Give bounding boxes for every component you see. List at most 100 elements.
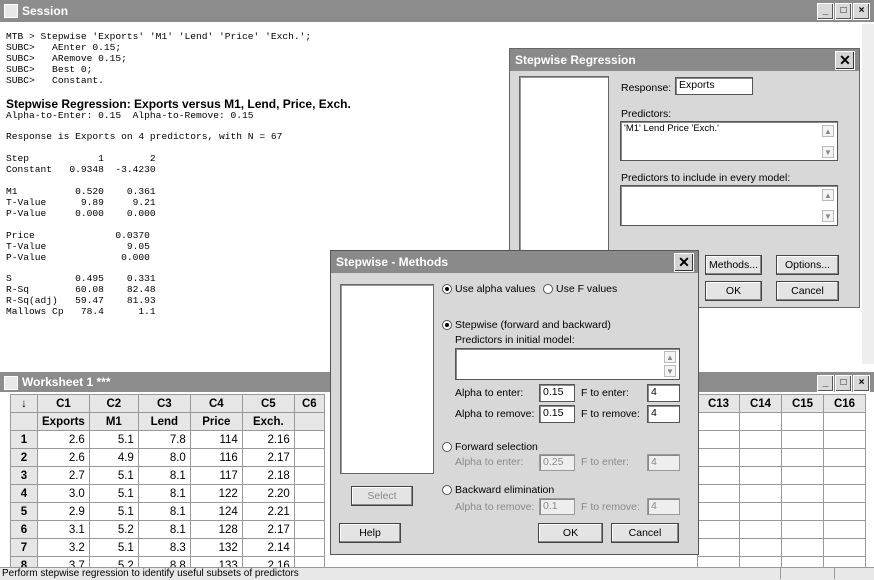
cell[interactable]: 2.9: [37, 502, 90, 521]
cell[interactable]: 2.18: [241, 466, 295, 485]
scroll-up-icon[interactable]: ▲: [822, 189, 834, 201]
close-icon[interactable]: ×: [853, 375, 870, 392]
bwd-f-input[interactable]: 4: [647, 498, 680, 515]
cell[interactable]: 8.1: [137, 484, 191, 503]
cell[interactable]: 5.2: [88, 556, 139, 567]
session-scrollbar[interactable]: [862, 24, 874, 364]
cell[interactable]: 5.1: [88, 484, 139, 503]
cell[interactable]: 2.16: [241, 556, 295, 567]
row-header[interactable]: 7: [10, 538, 38, 557]
cell[interactable]: 2.6: [37, 430, 90, 449]
cell[interactable]: 2.16: [241, 430, 295, 449]
cell[interactable]: 133: [189, 556, 243, 567]
backward-radio[interactable]: [442, 485, 452, 495]
scroll-down-icon[interactable]: ▼: [822, 146, 834, 158]
cancel-button[interactable]: Cancel: [776, 281, 839, 301]
cell[interactable]: 124: [189, 502, 243, 521]
options-button[interactable]: Options...: [776, 255, 839, 275]
row-header[interactable]: 4: [10, 484, 38, 503]
select-button[interactable]: Select: [351, 486, 413, 506]
column-name[interactable]: Lend: [137, 412, 191, 431]
close-icon[interactable]: ✕: [674, 253, 694, 272]
cell[interactable]: 2.17: [241, 448, 295, 467]
cell[interactable]: [293, 520, 325, 539]
alpha-enter-input[interactable]: 0.15: [539, 384, 575, 402]
cell[interactable]: 128: [189, 520, 243, 539]
ok-button[interactable]: OK: [705, 281, 762, 301]
cell[interactable]: [293, 538, 325, 557]
cell[interactable]: [293, 502, 325, 521]
worksheet-grid-right[interactable]: C13 C14 C15 C16: [697, 394, 866, 567]
row-header[interactable]: 2: [10, 448, 38, 467]
cell[interactable]: 2.21: [241, 502, 295, 521]
maximize-icon[interactable]: □: [835, 375, 852, 392]
response-input[interactable]: Exports: [675, 77, 753, 95]
row-header[interactable]: 1: [10, 430, 38, 449]
cell[interactable]: 3.2: [37, 538, 90, 557]
scroll-down-icon[interactable]: ▼: [664, 365, 676, 377]
use-f-radio[interactable]: [543, 284, 553, 294]
worksheet-grid[interactable]: ↓ C1 C2 C3 C4 C5 C6 Exports M1 Lend Pric…: [10, 394, 325, 567]
f-enter-input[interactable]: 4: [647, 384, 680, 402]
cell[interactable]: 5.2: [88, 520, 139, 539]
row-header[interactable]: 3: [10, 466, 38, 485]
cell[interactable]: 5.1: [88, 538, 139, 557]
cell[interactable]: 122: [189, 484, 243, 503]
column-name[interactable]: M1: [88, 412, 139, 431]
cell[interactable]: 4.9: [88, 448, 139, 467]
variable-list[interactable]: [340, 284, 434, 474]
session-titlebar[interactable]: Session _ □ ×: [0, 0, 874, 22]
methods-button[interactable]: Methods...: [705, 255, 762, 275]
cell[interactable]: 3.1: [37, 520, 90, 539]
dialog-titlebar[interactable]: Stepwise Regression ✕: [510, 49, 859, 71]
column-name[interactable]: Price: [189, 412, 243, 431]
close-icon[interactable]: ×: [853, 3, 870, 20]
cancel-button[interactable]: Cancel: [611, 523, 679, 543]
minimize-icon[interactable]: _: [817, 375, 834, 392]
minimize-icon[interactable]: _: [817, 3, 834, 20]
cell[interactable]: 2.20: [241, 484, 295, 503]
column-header[interactable]: C5: [241, 394, 295, 413]
cell[interactable]: [293, 556, 325, 567]
column-header[interactable]: C14: [739, 394, 782, 413]
cell[interactable]: 2.6: [37, 448, 90, 467]
cell[interactable]: 8.3: [137, 538, 191, 557]
cell[interactable]: 8.0: [137, 448, 191, 467]
include-input[interactable]: ▲ ▼: [620, 185, 838, 226]
cell[interactable]: 117: [189, 466, 243, 485]
column-header[interactable]: C16: [823, 394, 866, 413]
column-header[interactable]: C13: [697, 394, 740, 413]
alpha-remove-input[interactable]: 0.15: [539, 405, 575, 423]
cell[interactable]: 3.7: [37, 556, 90, 567]
cell[interactable]: 8.8: [137, 556, 191, 567]
row-header[interactable]: 5: [10, 502, 38, 521]
cell[interactable]: 8.1: [137, 520, 191, 539]
forward-radio[interactable]: [442, 442, 452, 452]
cell[interactable]: [293, 430, 325, 449]
cell[interactable]: 2.7: [37, 466, 90, 485]
cell[interactable]: 116: [189, 448, 243, 467]
help-button[interactable]: Help: [339, 523, 401, 543]
column-name[interactable]: [293, 412, 325, 431]
column-header[interactable]: C15: [781, 394, 824, 413]
cell[interactable]: 5.1: [88, 502, 139, 521]
cell[interactable]: 2.17: [241, 520, 295, 539]
cell[interactable]: 132: [189, 538, 243, 557]
dialog-titlebar[interactable]: Stepwise - Methods ✕: [331, 251, 698, 273]
close-icon[interactable]: ✕: [835, 51, 855, 70]
variable-list[interactable]: [519, 76, 609, 252]
scroll-up-icon[interactable]: ▲: [822, 125, 834, 137]
cell[interactable]: 5.1: [88, 430, 139, 449]
predictors-input[interactable]: 'M1' Lend Price 'Exch.' ▲ ▼: [620, 121, 838, 161]
column-name[interactable]: Exch.: [241, 412, 295, 431]
data-direction-icon[interactable]: ↓: [10, 394, 38, 413]
cell[interactable]: 2.14: [241, 538, 295, 557]
row-header[interactable]: 8: [10, 556, 38, 567]
cell[interactable]: 7.8: [137, 430, 191, 449]
column-header[interactable]: C4: [189, 394, 243, 413]
scroll-down-icon[interactable]: ▼: [822, 210, 834, 222]
f-remove-input[interactable]: 4: [647, 405, 680, 423]
cell[interactable]: 8.1: [137, 466, 191, 485]
cell[interactable]: [293, 466, 325, 485]
cell[interactable]: [293, 484, 325, 503]
